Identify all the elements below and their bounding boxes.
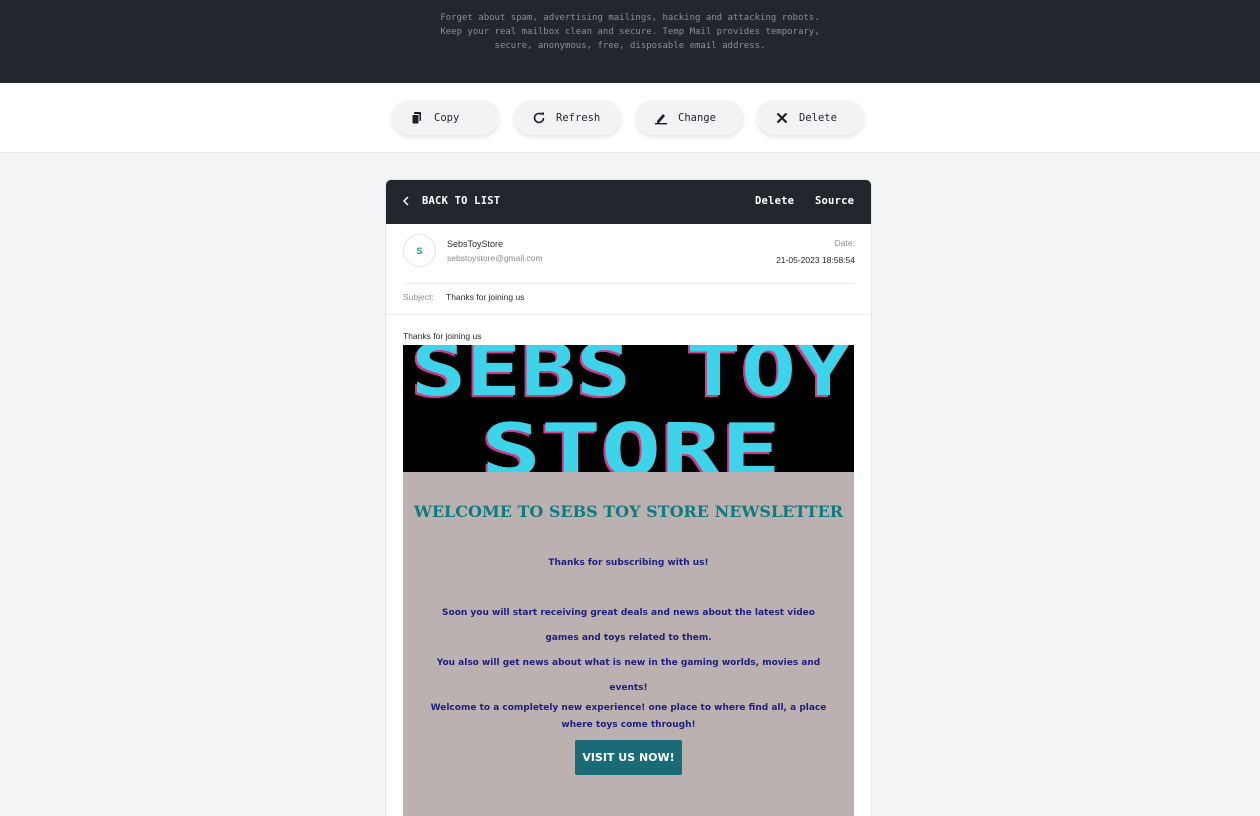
copy-button[interactable]: Copy: [392, 100, 499, 135]
delete-button[interactable]: Delete: [757, 100, 864, 135]
chevron-left-icon: [402, 196, 409, 206]
newsletter-text: Welcome to a completely new experience! …: [430, 703, 827, 713]
refresh-label: Refresh: [556, 111, 601, 124]
refresh-button[interactable]: Refresh: [514, 100, 621, 135]
newsletter-body: WELCOME TO SEBS TOY STORE NEWSLETTER Tha…: [403, 472, 854, 816]
delete-label: Delete: [799, 111, 837, 124]
newsletter-text: where toys come through!: [561, 720, 696, 730]
avatar: S: [403, 234, 436, 267]
refresh-icon: [530, 109, 548, 127]
view-source-button[interactable]: Source: [815, 195, 854, 207]
tagline-line: Keep your real mailbox clean and secure.…: [440, 27, 820, 37]
tagline: Forget about spam, advertising mailings,…: [0, 11, 1260, 53]
divider: [386, 314, 871, 315]
newsletter-text: games and toys related to them.: [545, 633, 712, 643]
newsletter-text: You also will get news about what is new…: [436, 658, 821, 668]
subject-label: Subject:: [403, 292, 434, 302]
preheader-text: Thanks for joining us: [403, 331, 482, 341]
newsletter-title: WELCOME TO SEBS TOY STORE NEWSLETTER: [413, 502, 844, 521]
change-label: Change: [678, 111, 716, 124]
newsletter-text: Soon you will start receiving great deal…: [442, 608, 815, 618]
top-banner: Forget about spam, advertising mailings,…: [0, 0, 1260, 83]
sender-row: S SebsToyStore sebstoystore@gmail.com Da…: [403, 234, 855, 284]
tagline-line: Forget about spam, advertising mailings,…: [440, 13, 820, 23]
close-icon: [773, 109, 791, 127]
date-label: Date:: [834, 238, 855, 248]
copy-icon: [408, 109, 426, 127]
newsletter-text: Thanks for subscribing with us!: [548, 558, 709, 568]
actions-bar: Copy Refresh Change Delete: [0, 83, 1260, 153]
message-card: BACK TO LIST Delete Source S SebsToyStor…: [385, 179, 872, 816]
delete-message-button[interactable]: Delete: [755, 195, 794, 207]
date-value: 21-05-2023 18:58:54: [776, 255, 855, 265]
copy-label: Copy: [434, 111, 460, 124]
tagline-line: secure, anonymous, free, disposable emai…: [494, 41, 766, 51]
logo-text-line: STORE: [481, 408, 781, 472]
store-logo-banner: SEBS TOY SEBS TOY STORE STORE: [403, 345, 854, 472]
visit-us-button[interactable]: VISIT US NOW!: [575, 740, 682, 775]
back-to-list-label: BACK TO LIST: [422, 195, 501, 207]
logo-text-line: SEBS TOY: [411, 345, 852, 412]
newsletter-text: events!: [609, 683, 648, 693]
sender-email: sebstoystore@gmail.com: [447, 253, 543, 263]
edit-icon: [652, 109, 670, 127]
back-to-list-link[interactable]: BACK TO LIST: [402, 194, 500, 208]
subject-value: Thanks for joining us: [446, 292, 525, 302]
sender-name: SebsToyStore: [447, 239, 504, 249]
change-button[interactable]: Change: [636, 100, 743, 135]
message-header-bar: BACK TO LIST Delete Source: [386, 180, 871, 224]
